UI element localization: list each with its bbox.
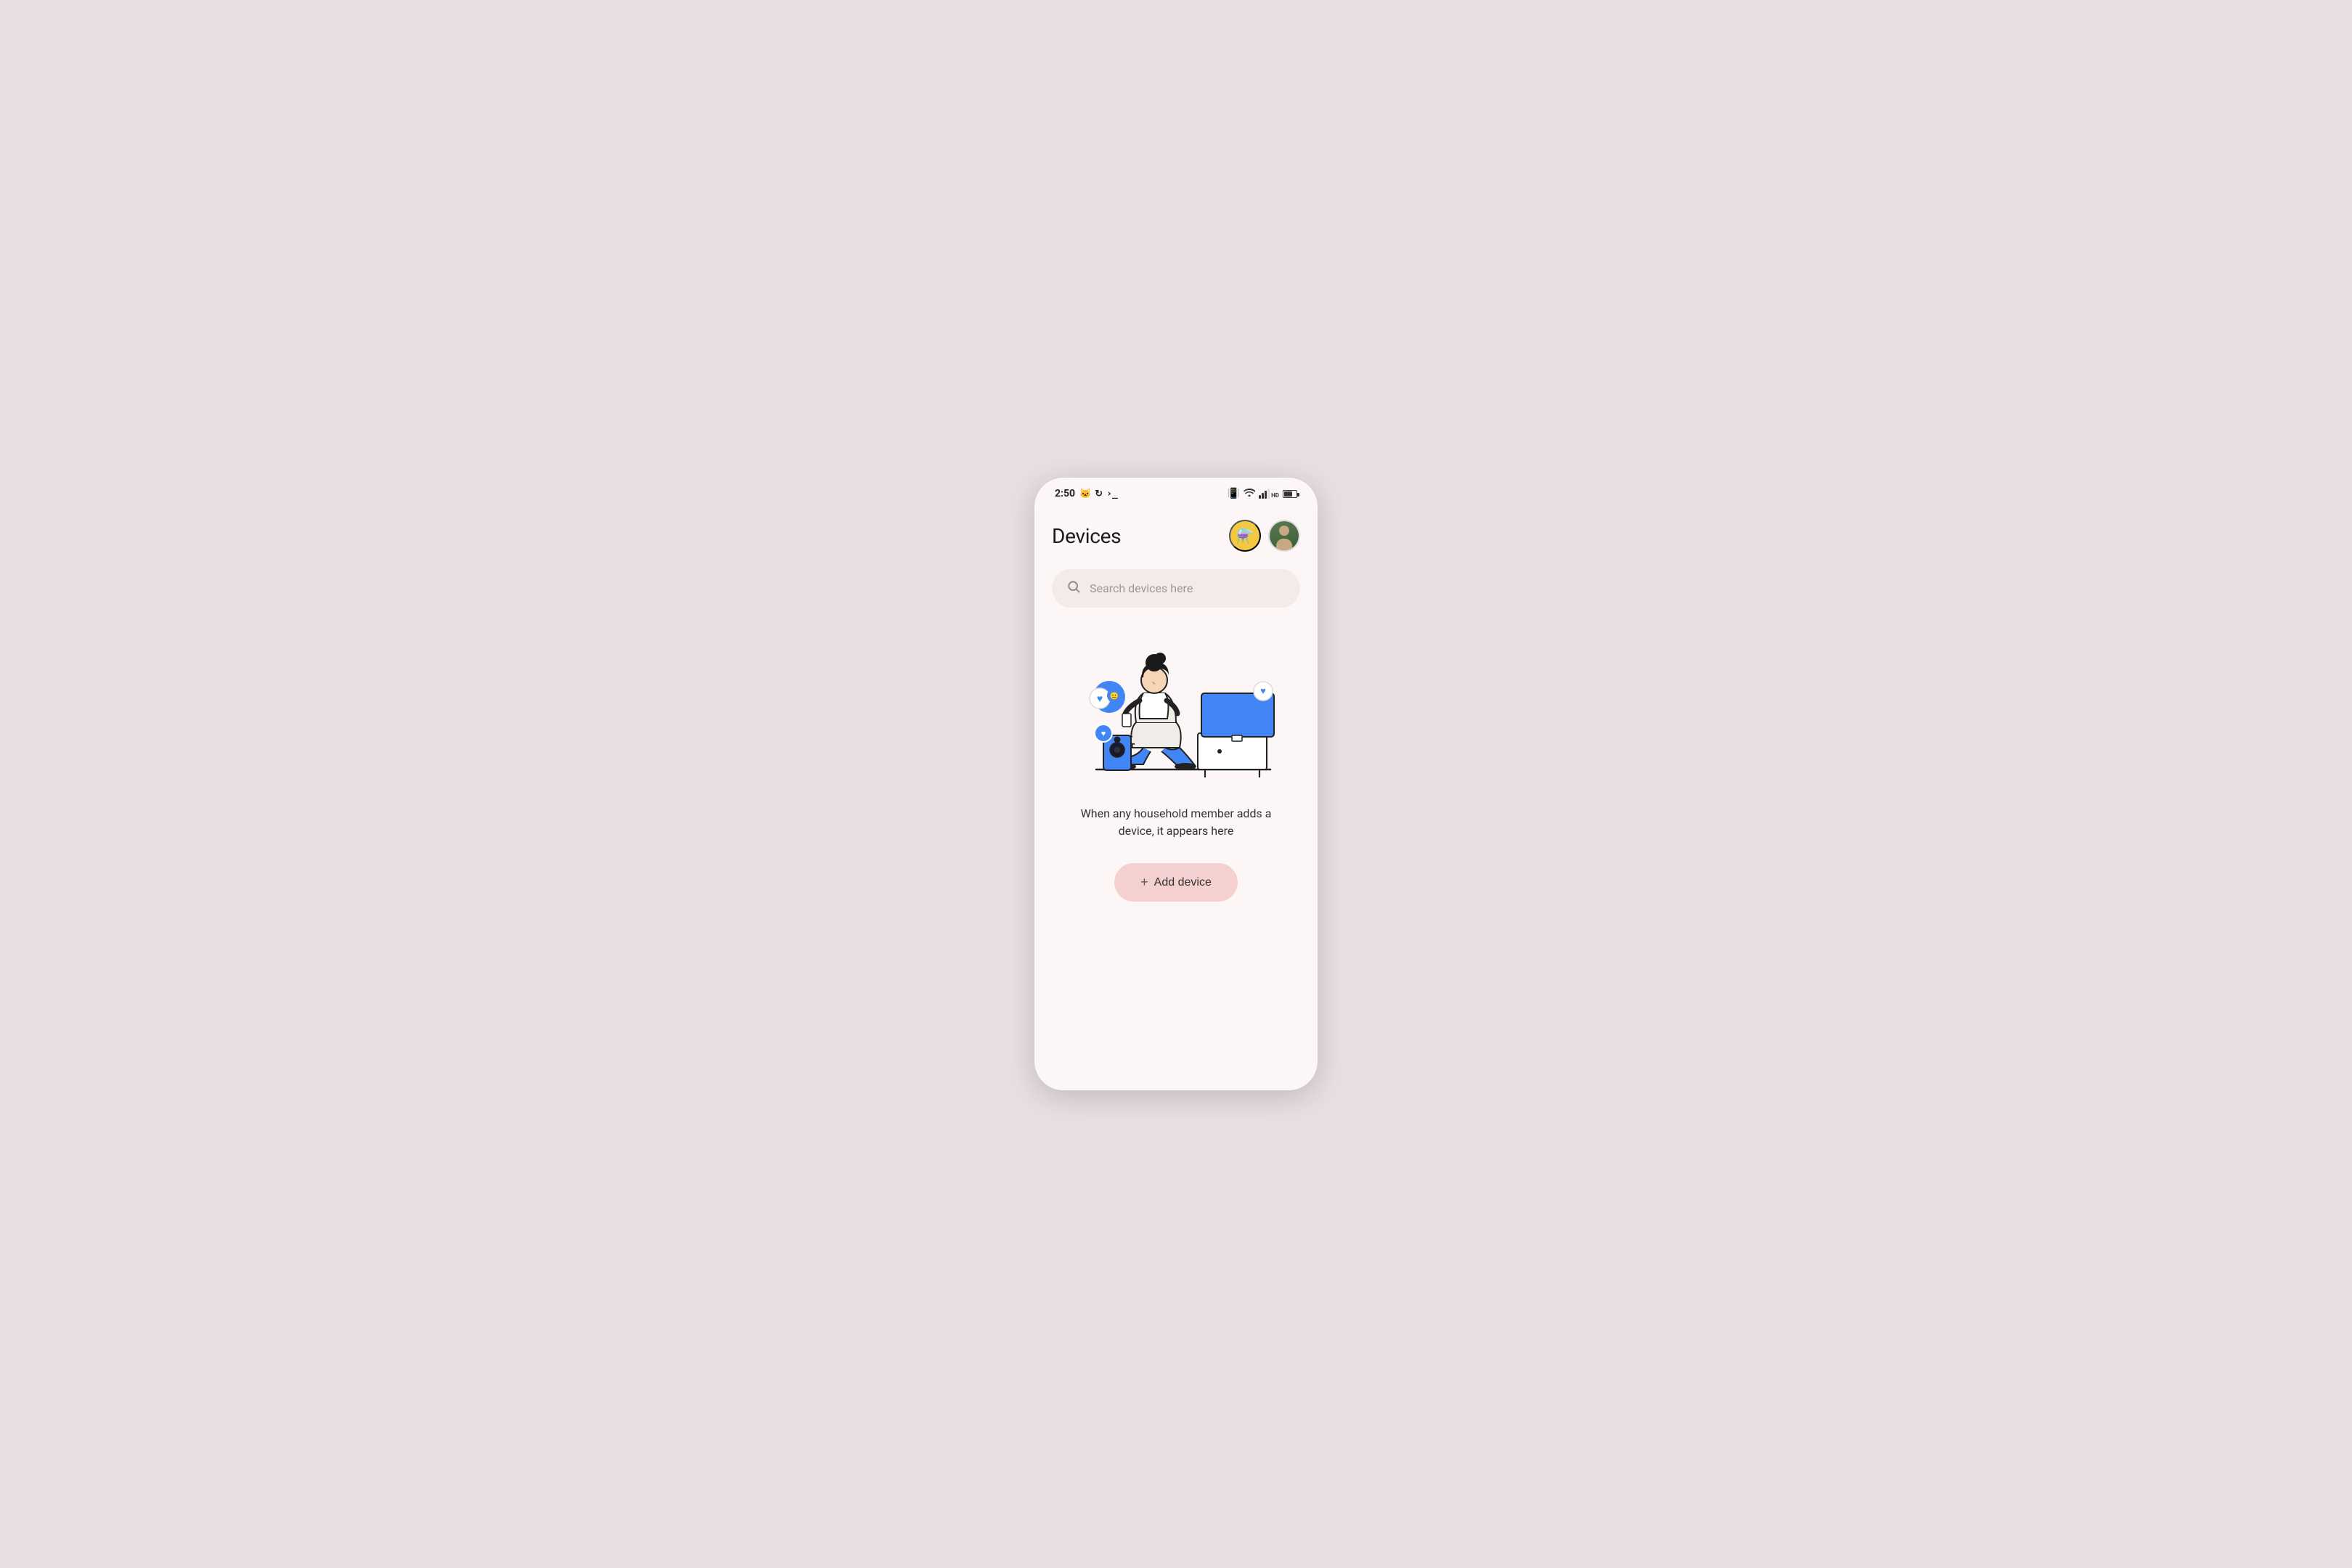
- wifi-icon: [1244, 488, 1255, 499]
- devices-illustration: ♥: [1060, 628, 1292, 788]
- search-icon: [1066, 579, 1081, 597]
- empty-state-description: When any household member adds a device,…: [1052, 805, 1300, 840]
- battery-icon: [1283, 490, 1297, 498]
- status-right: 📳 HD: [1228, 488, 1297, 499]
- avatar: [1270, 521, 1299, 550]
- avatar-body: [1276, 539, 1292, 550]
- page-title: Devices: [1052, 524, 1121, 548]
- status-icons-left: 🐱 ↻ ›_: [1079, 489, 1118, 499]
- add-device-button[interactable]: + Add device: [1114, 863, 1238, 902]
- header-actions: ⚗️: [1229, 520, 1300, 552]
- terminal-icon: ›_: [1106, 489, 1118, 499]
- add-device-label: Add device: [1154, 876, 1212, 889]
- avatar-head: [1279, 526, 1289, 536]
- svg-text:♥: ♥: [1260, 686, 1266, 697]
- time-display: 2:50: [1055, 488, 1075, 499]
- lab-flask-icon: ⚗️: [1236, 527, 1254, 545]
- cat-icon: 🐱: [1079, 489, 1091, 499]
- illustration-container: ♥: [1052, 628, 1300, 788]
- phone-frame: 2:50 🐱 ↻ ›_ 📳 HD: [1034, 478, 1318, 1090]
- vibrate-icon: 📳: [1228, 488, 1240, 499]
- avatar-person: [1274, 524, 1294, 550]
- svg-text:♥: ♥: [1101, 729, 1106, 738]
- status-left: 2:50 🐱 ↻ ›_: [1055, 488, 1118, 499]
- search-placeholder: Search devices here: [1090, 581, 1193, 595]
- page-header: Devices ⚗️: [1052, 514, 1300, 552]
- status-bar: 2:50 🐱 ↻ ›_ 📳 HD: [1034, 478, 1318, 505]
- sync-icon: ↻: [1095, 489, 1103, 499]
- lab-button[interactable]: ⚗️: [1229, 520, 1261, 552]
- svg-text:♥: ♥: [1097, 693, 1103, 705]
- svg-text:😐: 😐: [1110, 692, 1119, 701]
- add-device-button-container: + Add device: [1052, 863, 1300, 902]
- main-content: Devices ⚗️: [1034, 505, 1318, 1090]
- signal-icon: HD: [1259, 489, 1279, 499]
- plus-icon: +: [1140, 875, 1148, 890]
- search-bar[interactable]: Search devices here: [1052, 569, 1300, 608]
- user-avatar-button[interactable]: [1268, 520, 1300, 552]
